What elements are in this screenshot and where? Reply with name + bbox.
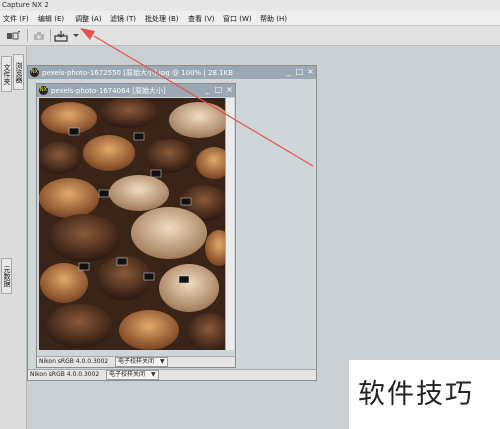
color-profile-label: Nikon sRGB 4.0.0.3002	[39, 358, 109, 365]
menu-view[interactable]: 查看 (V)	[188, 14, 214, 24]
close-icon[interactable]: ×	[306, 68, 315, 77]
menu-file[interactable]: 文件 (F)	[3, 14, 29, 24]
softproof-select[interactable]: 电子校样关闭 ▼	[115, 357, 168, 367]
camera-icon[interactable]	[32, 29, 46, 42]
left-panel: 文件夹 浏览器 元数据	[0, 46, 27, 429]
vertical-scrollbar[interactable]	[225, 98, 234, 350]
softproof-select[interactable]: 电子校样关闭 ▼	[106, 370, 159, 380]
menu-window[interactable]: 窗口 (W)	[223, 14, 252, 24]
maximize-icon[interactable]: □	[295, 68, 304, 77]
toolbar	[0, 26, 500, 46]
pastry-photo-image	[39, 98, 227, 350]
tab-browser[interactable]: 浏览器	[13, 54, 24, 90]
image-canvas[interactable]	[39, 98, 227, 350]
chevron-down-icon[interactable]	[69, 29, 83, 42]
softproof-value: 电子校样关闭	[109, 371, 146, 378]
nikon-logo-icon: NX	[39, 86, 48, 95]
menu-edit[interactable]: 编辑 (E)	[38, 14, 64, 24]
window-title: pexels-photo-1672550 [原始大小].jpg @ 100% |…	[42, 69, 233, 77]
minimize-icon[interactable]: _	[284, 68, 293, 77]
menu-help[interactable]: 帮助 (H)	[260, 14, 287, 24]
tab-metadata[interactable]: 元数据	[1, 258, 12, 294]
toolbar-separator	[50, 29, 51, 42]
chevron-down-icon: ▼	[160, 358, 165, 365]
menu-bar: 文件 (F) 编辑 (E) 调整 (A) 滤镜 (T) 批处理 (B) 查看 (…	[0, 11, 500, 26]
nikon-logo-icon: NX	[30, 68, 39, 77]
app-title: Capture NX 2	[2, 1, 49, 9]
close-icon[interactable]: ×	[225, 86, 234, 95]
softproof-value: 电子校样关闭	[118, 358, 155, 365]
tab-folders[interactable]: 文件夹	[1, 56, 12, 92]
import-icon[interactable]	[54, 29, 68, 42]
minimize-icon[interactable]: _	[203, 86, 212, 95]
app-titlebar: Capture NX 2	[0, 0, 500, 11]
image-window-front[interactable]: NX pexels-photo-1674064 [原始大小] _ □ × Nik…	[36, 83, 236, 368]
watermark-text: 软件技巧	[358, 379, 474, 410]
toolbar-separator	[27, 29, 28, 42]
maximize-icon[interactable]: □	[214, 86, 223, 95]
browser-toggle-icon[interactable]	[6, 29, 20, 42]
color-profile-label: Nikon sRGB 4.0.0.3002	[30, 371, 100, 378]
menu-adjust[interactable]: 调整 (A)	[75, 14, 101, 24]
window-statusbar: Nikon sRGB 4.0.0.3002 电子校样关闭 ▼	[37, 356, 235, 367]
menu-batch[interactable]: 批处理 (B)	[145, 14, 179, 24]
chevron-down-icon: ▼	[151, 371, 156, 378]
menu-filter[interactable]: 滤镜 (T)	[110, 14, 136, 24]
window-statusbar: Nikon sRGB 4.0.0.3002 电子校样关闭 ▼	[28, 369, 316, 380]
window-title: pexels-photo-1674064 [原始大小]	[51, 87, 166, 95]
window-titlebar[interactable]: NX pexels-photo-1674064 [原始大小] _ □ ×	[37, 84, 235, 97]
window-titlebar[interactable]: NX pexels-photo-1672550 [原始大小].jpg @ 100…	[28, 66, 316, 79]
